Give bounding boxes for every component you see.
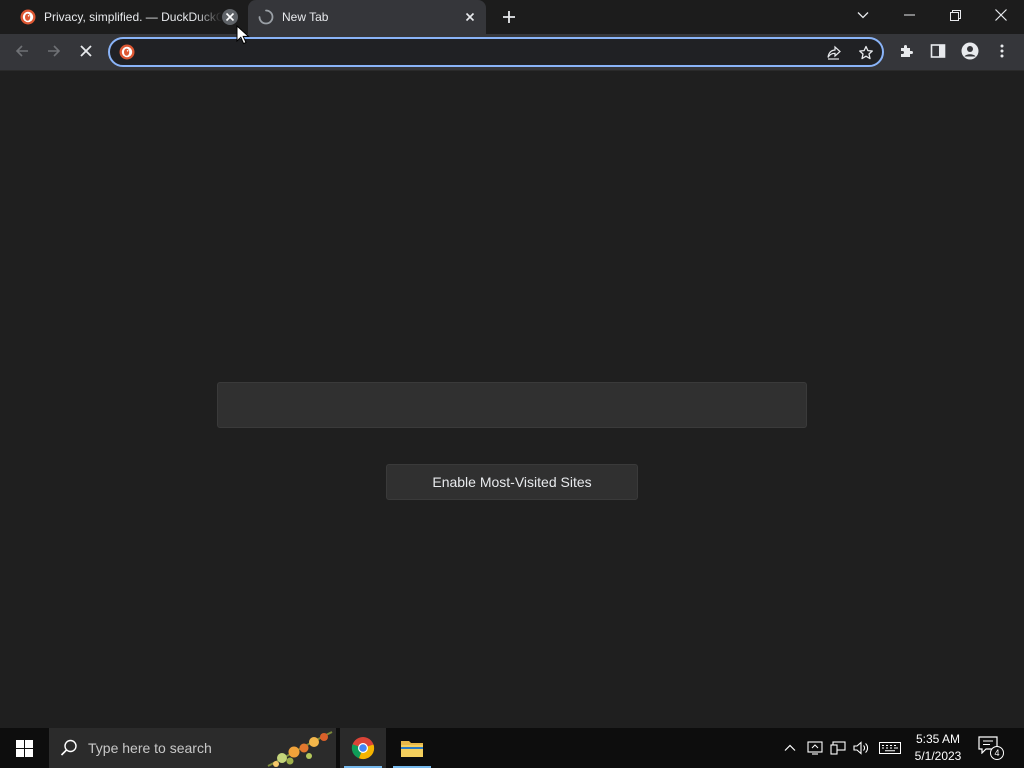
device-icon	[807, 741, 823, 755]
new-tab-search-box[interactable]	[217, 382, 807, 428]
notification-count-badge: 4	[990, 746, 1004, 760]
star-icon	[859, 45, 873, 60]
tray-keyboard-button[interactable]	[878, 738, 902, 758]
profile-icon	[961, 42, 979, 60]
new-tab-page: Enable Most-Visited Sites	[0, 72, 1024, 728]
stop-button[interactable]	[72, 37, 100, 65]
duckduckgo-icon	[119, 44, 135, 60]
close-tab-button[interactable]	[462, 9, 478, 25]
tray-volume-button[interactable]	[851, 738, 871, 758]
stop-icon	[80, 45, 92, 57]
restore-button[interactable]	[932, 0, 978, 30]
minimize-icon	[903, 14, 915, 16]
share-button[interactable]	[824, 43, 844, 63]
keyboard-icon	[879, 742, 901, 754]
taskbar: Type here to search 5:35 AM 5/1/2023 4	[0, 728, 1024, 768]
chrome-icon	[351, 737, 375, 760]
close-tab-button[interactable]	[222, 9, 238, 25]
close-window-button[interactable]	[978, 0, 1024, 30]
clock-date: 5/1/2023	[914, 749, 962, 763]
start-button[interactable]	[0, 728, 48, 768]
menu-button[interactable]	[988, 37, 1016, 65]
restore-icon	[949, 9, 961, 21]
tab-title: Privacy, simplified. — DuckDuckGo	[44, 10, 222, 24]
close-icon	[465, 12, 475, 22]
back-icon	[15, 45, 28, 57]
extensions-button[interactable]	[892, 37, 920, 65]
folder-icon	[401, 741, 423, 757]
side-panel-button[interactable]	[924, 37, 952, 65]
taskbar-search-placeholder: Type here to search	[88, 740, 212, 756]
tray-device-icon[interactable]	[805, 738, 825, 758]
tray-network-button[interactable]	[828, 738, 848, 758]
extensions-icon	[901, 45, 913, 57]
side-panel-icon	[930, 44, 946, 58]
profile-button[interactable]	[956, 37, 984, 65]
tab-title: New Tab	[282, 10, 329, 24]
tab-duckduckgo[interactable]: Privacy, simplified. — DuckDuckGo	[10, 0, 246, 34]
volume-icon	[853, 741, 868, 755]
toolbar	[0, 34, 1024, 71]
taskbar-search-box[interactable]: Type here to search	[49, 728, 336, 768]
plus-icon	[503, 11, 515, 23]
bookmark-button[interactable]	[856, 43, 876, 63]
enable-most-visited-button[interactable]: Enable Most-Visited Sites	[386, 464, 638, 500]
tab-new-tab[interactable]: New Tab	[248, 0, 486, 34]
forward-button[interactable]	[40, 37, 68, 65]
close-icon	[225, 12, 235, 22]
kebab-menu-icon	[1000, 44, 1004, 58]
close-icon	[995, 9, 1007, 21]
share-icon	[827, 45, 841, 60]
action-center-button[interactable]: 4	[978, 736, 1008, 760]
chevron-down-icon	[857, 12, 869, 19]
browser-window: Privacy, simplified. — DuckDuckGo New Ta…	[0, 0, 1024, 728]
tab-search-button[interactable]	[840, 0, 886, 30]
search-highlight-illustration	[267, 731, 333, 767]
address-input[interactable]	[142, 42, 812, 62]
address-bar[interactable]	[108, 37, 884, 67]
duckduckgo-icon	[20, 9, 36, 25]
chevron-up-icon	[784, 744, 796, 751]
taskbar-clock[interactable]: 5:35 AM 5/1/2023	[908, 731, 968, 765]
search-icon	[60, 739, 77, 756]
windows-icon	[15, 739, 33, 757]
clock-time: 5:35 AM	[915, 732, 961, 746]
new-tab-button[interactable]	[498, 6, 520, 28]
forward-icon	[48, 45, 61, 57]
back-button[interactable]	[8, 37, 36, 65]
tab-strip: Privacy, simplified. — DuckDuckGo New Ta…	[0, 0, 1024, 34]
taskbar-file-explorer-button[interactable]	[389, 728, 435, 768]
taskbar-chrome-button[interactable]	[340, 728, 386, 768]
show-hidden-icons-button[interactable]	[780, 738, 800, 758]
network-icon	[830, 741, 846, 755]
mouse-cursor-icon	[236, 25, 250, 45]
loading-spinner-icon	[258, 9, 274, 25]
minimize-button[interactable]	[886, 0, 932, 30]
